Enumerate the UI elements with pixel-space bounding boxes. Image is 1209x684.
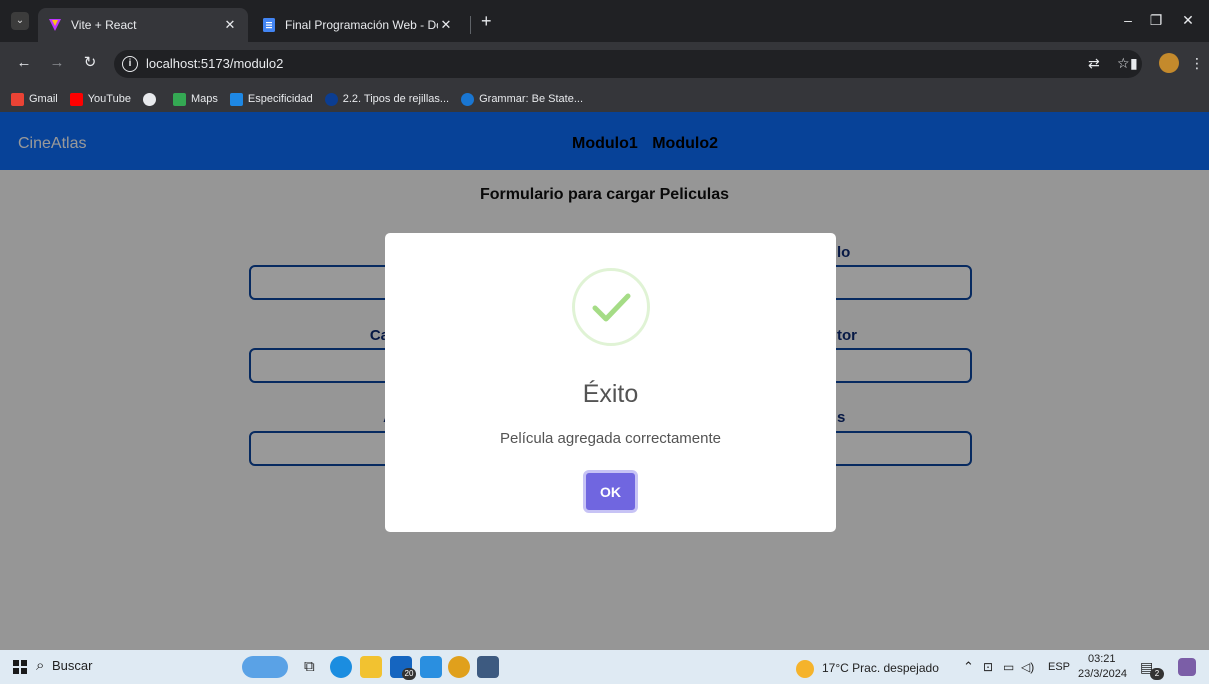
bookmark-youtube[interactable]: YouTube <box>69 92 131 106</box>
tab-google-docs[interactable]: Final Programación Web - Docu ✕ <box>252 8 464 42</box>
language-indicator[interactable]: ESP <box>1048 661 1070 673</box>
globe-icon <box>142 92 156 106</box>
success-check-icon <box>572 268 650 346</box>
tray-chevron-icon[interactable]: ⌃ <box>963 659 974 675</box>
page-icon <box>461 92 475 106</box>
bookmark-globe[interactable] <box>142 92 161 106</box>
back-icon[interactable]: ← <box>16 55 32 71</box>
gmail-icon <box>11 92 24 106</box>
notification-badge: 2 <box>1150 668 1164 680</box>
app-icon[interactable] <box>477 656 499 678</box>
windows-taskbar: ⌕ Buscar ⧉ 20 17°C Prac. despejado ⌃ ⊡ ▭… <box>0 650 1209 684</box>
bookmark-maps[interactable]: Maps <box>172 92 218 106</box>
reload-icon[interactable]: ↻ <box>82 55 98 71</box>
tab-title: Final Programación Web - Docu <box>285 18 438 32</box>
search-icon[interactable]: ⌕ <box>36 657 44 674</box>
weather-text[interactable]: 17°C Prac. despejado <box>822 661 939 675</box>
tab-search-icon[interactable]: ⌄ <box>11 12 29 30</box>
task-view-icon[interactable]: ⧉ <box>304 658 315 675</box>
close-icon[interactable]: ✕ <box>438 17 454 33</box>
bookmark-label: Especificidad <box>247 93 313 105</box>
bookmark-label: Maps <box>190 93 218 105</box>
clock-time[interactable]: 03:21 <box>1088 653 1116 665</box>
side-panel-icon[interactable]: ▮ <box>1130 55 1138 71</box>
tab-title: Vite + React <box>71 18 137 32</box>
taskbar-search[interactable]: Buscar <box>52 658 92 673</box>
copilot-icon[interactable] <box>1178 658 1196 676</box>
web-page: CineAtlas Modulo1 Modulo2 Formulario par… <box>0 112 1209 650</box>
youtube-icon <box>69 92 83 106</box>
vscode-icon[interactable] <box>420 656 442 678</box>
battery-icon[interactable]: ▭ <box>1003 660 1014 674</box>
site-info-icon[interactable]: i <box>122 56 138 72</box>
bookmark-star-icon[interactable]: ☆ <box>1117 55 1130 71</box>
bookmark-rejillas[interactable]: 2.2. Tipos de rejillas... <box>324 92 450 106</box>
bookmarks-bar: Gmail YouTube Maps Especificidad 2.2. Ti… <box>0 86 1209 112</box>
windows-start-icon[interactable] <box>13 660 27 674</box>
url-text[interactable]: localhost:5173/modulo2 <box>146 56 283 71</box>
tab-vite-react[interactable]: Vite + React ✕ <box>38 8 248 42</box>
profile-avatar[interactable] <box>1159 53 1179 73</box>
page-icon <box>229 92 243 106</box>
weather-widget-icon[interactable] <box>242 656 288 678</box>
address-bar[interactable]: i localhost:5173/modulo2 ⇄ ☆ <box>114 50 1142 78</box>
volume-icon[interactable]: ◁) <box>1021 660 1034 674</box>
translate-icon[interactable]: ⇄ <box>1088 55 1100 71</box>
weather-sun-icon <box>796 660 814 678</box>
success-dialog: Éxito Película agregada correctamente OK <box>385 233 836 532</box>
file-explorer-icon[interactable] <box>360 656 382 678</box>
bookmark-label: 2.2. Tipos de rejillas... <box>342 93 450 105</box>
page-icon <box>324 92 338 106</box>
bookmark-gmail[interactable]: Gmail <box>11 92 58 106</box>
tab-divider <box>470 16 471 34</box>
forward-icon[interactable]: → <box>49 55 65 71</box>
bookmark-especificidad[interactable]: Especificidad <box>229 92 313 106</box>
dialog-title: Éxito <box>582 380 639 408</box>
edge-icon[interactable] <box>330 656 352 678</box>
google-docs-icon <box>263 18 275 32</box>
restore-icon[interactable]: ❐ <box>1148 12 1164 28</box>
maps-icon <box>172 92 186 106</box>
dialog-message: Película agregada correctamente <box>500 430 721 447</box>
ok-button[interactable]: OK <box>583 470 638 513</box>
bookmark-label: Gmail <box>29 93 58 105</box>
bookmark-label: YouTube <box>87 93 131 105</box>
close-icon[interactable]: ✕ <box>222 17 238 33</box>
mail-badge: 20 <box>402 668 416 680</box>
browser-toolbar: ← → ↻ i localhost:5173/modulo2 ⇄ ☆ ▮ ⋮ <box>0 42 1209 86</box>
bookmark-grammar[interactable]: Grammar: Be State... <box>461 92 584 106</box>
menu-kebab-icon[interactable]: ⋮ <box>1190 55 1204 71</box>
vite-icon <box>49 19 61 31</box>
minimize-icon[interactable]: – <box>1120 12 1136 28</box>
new-tab-icon[interactable]: + <box>481 12 492 30</box>
bookmark-label: Grammar: Be State... <box>479 93 584 105</box>
chrome-icon[interactable] <box>448 656 470 678</box>
browser-tab-bar: ⌄ Vite + React ✕ Final Programación Web … <box>0 0 1209 42</box>
network-icon[interactable]: ⊡ <box>983 660 993 674</box>
window-close-icon[interactable]: ✕ <box>1180 12 1196 28</box>
clock-date[interactable]: 23/3/2024 <box>1078 668 1127 680</box>
